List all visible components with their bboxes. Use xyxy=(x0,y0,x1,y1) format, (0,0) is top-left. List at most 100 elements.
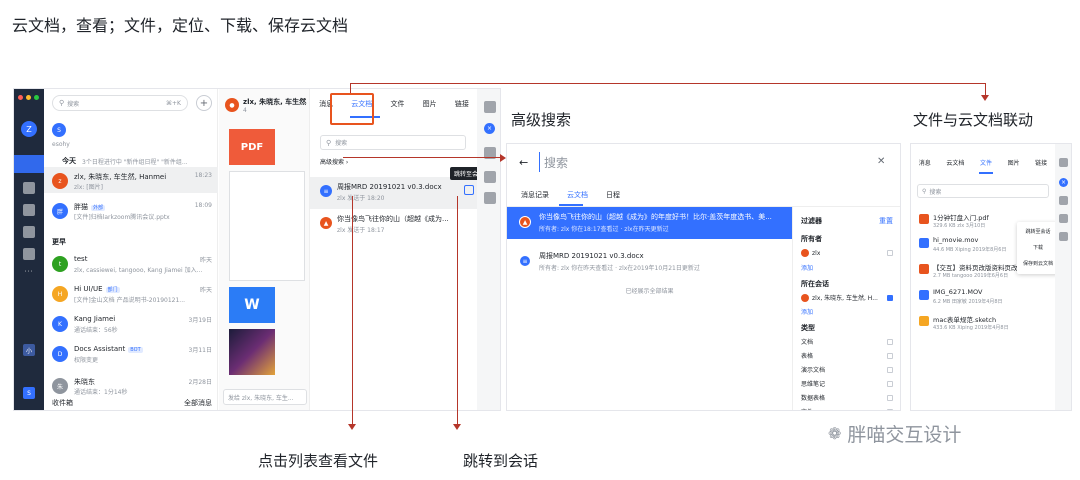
chat-filter-row[interactable]: zlx, 朱晓东, 车生然, H... xyxy=(801,293,893,302)
inbox-link[interactable]: 收件箱 xyxy=(52,398,73,408)
user-avatar[interactable]: Z xyxy=(21,121,37,137)
type-filter-row[interactable]: 表格 xyxy=(801,351,893,360)
type-filter-checkbox[interactable] xyxy=(887,394,893,401)
file-type-icon xyxy=(919,264,929,274)
advanced-search-link[interactable]: 高级搜索 › xyxy=(320,157,348,166)
chat-search-box[interactable]: ⚲ 搜索 ⌘+K xyxy=(52,95,188,111)
pdf-message-card[interactable]: PDF xyxy=(229,129,275,165)
chat-list-item[interactable]: K Kang Jiamei 通话结束：56秒 3月19日 xyxy=(52,314,212,336)
filter-reset[interactable]: 重置 xyxy=(879,216,893,226)
gear-icon[interactable] xyxy=(1059,232,1068,241)
chat-item-preview: [文件]金山文档 产品说明书-20190121... xyxy=(74,297,186,304)
panel-doc-title[interactable]: 你当像鸟飞往你的山（超越《成为... xyxy=(337,214,459,224)
today-group[interactable]: 今天 3个日程进行中 "新件组日程" "新件组... xyxy=(52,156,212,166)
messages-nav-icon[interactable] xyxy=(14,155,44,173)
chat-item-avatar: D xyxy=(52,346,68,362)
type-filter-checkbox[interactable] xyxy=(887,338,893,345)
type-filter-row[interactable]: 数据表格 xyxy=(801,393,893,402)
search-toolbar-icon[interactable]: × xyxy=(484,123,495,134)
panel-tab[interactable]: 文件 xyxy=(390,99,404,109)
owner-add[interactable]: 添加 xyxy=(801,263,813,272)
panel-tab[interactable]: 图片 xyxy=(423,99,437,109)
adv-tab[interactable]: 消息记录 xyxy=(521,190,549,200)
camera-icon[interactable] xyxy=(484,101,496,113)
file-name[interactable]: hi_movie.mov xyxy=(933,236,1017,244)
back-arrow-icon[interactable]: ← xyxy=(519,156,528,169)
search-hotkey: ⌘+K xyxy=(166,99,181,107)
chat-list-item[interactable]: H Hi UI/UE 部门 [文件]金山文档 产品说明书-20190121... 昨天 xyxy=(52,284,212,306)
pin-icon[interactable] xyxy=(1059,196,1068,205)
adv-result-title[interactable]: 周报MRD 20191021 v0.3.docx xyxy=(539,251,787,261)
file-meta: 6.2 MB 田家敏 2019年4月8日 xyxy=(933,299,1003,305)
type-filter-row[interactable]: 文件 xyxy=(801,407,893,410)
chat-item-name: Docs Assistant BOT xyxy=(74,345,143,353)
chat-list-item[interactable]: 胖胖猫 外部 [文件]归档larkzoom腾讯会议.pptx 18:09 xyxy=(52,201,212,223)
org-switch-1[interactable]: 小 xyxy=(23,344,35,356)
calendar-nav-icon[interactable] xyxy=(23,182,35,194)
docs-nav-icon[interactable] xyxy=(23,204,35,216)
chat-input[interactable]: 发给 zlx, 朱晓东, 车生... xyxy=(223,389,307,405)
panel-tab[interactable]: 链接 xyxy=(455,99,469,109)
type-filter-row[interactable]: 思维笔记 xyxy=(801,379,893,388)
type-filter-checkbox[interactable] xyxy=(887,380,893,387)
file-menu-item[interactable]: 下载 xyxy=(1017,244,1059,251)
jump-to-chat-icon[interactable] xyxy=(464,185,474,195)
adv-result-title[interactable]: 你当像鸟飞往你的山（超越《成为》的年度好书！比尔·盖茨年度选书、美... xyxy=(539,212,787,222)
owner-checkbox[interactable] xyxy=(887,250,893,256)
chat-item-avatar: K xyxy=(52,316,68,332)
doc-message-card[interactable] xyxy=(229,171,305,281)
panel-search-box[interactable]: ⚲ 搜索 xyxy=(320,135,466,150)
type-filter-checkbox[interactable] xyxy=(887,366,893,373)
owner-row[interactable]: zlx xyxy=(801,249,893,257)
file-menu-item[interactable]: 保存到云文档 xyxy=(1017,260,1059,267)
apps-nav-icon[interactable] xyxy=(23,248,35,260)
word-message-card[interactable]: W xyxy=(229,287,275,323)
all-messages-link[interactable]: 全部消息 xyxy=(184,398,212,408)
chat-window: ● zlx, 朱晓东, 车生然... 4 PDF W 发给 zlx, 朱晓东, … xyxy=(219,89,309,410)
file-search-box[interactable]: ⚲ 搜索 xyxy=(917,184,1049,198)
more-nav-icon[interactable]: ⋯ xyxy=(24,267,33,277)
chat-filter-add[interactable]: 添加 xyxy=(801,307,813,316)
chat-list-footer: 收件箱 全部消息 xyxy=(52,398,212,408)
chat-filter-checkbox[interactable] xyxy=(887,294,893,301)
annotation-jump-chat: 跳转到会话 xyxy=(463,452,539,470)
gear-icon[interactable] xyxy=(484,192,496,204)
camera-icon[interactable] xyxy=(1059,158,1068,167)
chat-list-item[interactable]: D Docs Assistant BOT 权限变更 3月11日 xyxy=(52,344,212,366)
type-filter-checkbox[interactable] xyxy=(887,352,893,359)
adv-result-sub: 所有者: zlx 你在18:17查看过 · zlx在昨天更新过 xyxy=(539,226,669,233)
contacts-nav-icon[interactable] xyxy=(23,226,35,238)
file-tab[interactable]: 链接 xyxy=(1035,158,1047,167)
chat-list-item[interactable]: z zlx, 朱晓东, 车生然, Hanmei zlx: [图片] 18:23 xyxy=(52,171,212,193)
file-name[interactable]: 【交互】资料页改版资料页改版新 xyxy=(933,262,1017,272)
doc-toolbar-icon[interactable] xyxy=(1059,214,1068,223)
file-name[interactable]: IMG_6271.MOV xyxy=(933,288,1049,296)
adv-search-input[interactable]: 搜索 xyxy=(539,152,839,172)
file-tab[interactable]: 云文档 xyxy=(946,158,964,167)
adv-tab[interactable]: 云文档 xyxy=(567,190,588,200)
new-chat-button[interactable]: + xyxy=(196,95,212,111)
chat-item-preview: 通话结束：56秒 xyxy=(74,327,118,334)
file-context-menu: 跳转至会话下载保存到云文档 xyxy=(1017,222,1059,274)
chat-list-item[interactable]: 朱朱晓东 通话结束：1分14秒 2月28日 xyxy=(52,376,212,398)
pdf-icon: ▲ xyxy=(519,216,531,228)
type-filter-checkbox[interactable] xyxy=(887,408,893,410)
doc-toolbar-icon[interactable] xyxy=(484,171,496,183)
file-name[interactable]: mac表单规范.sketch xyxy=(933,314,1049,324)
panel-doc-title[interactable]: 周报MRD 20191021 v0.3.docx xyxy=(337,182,459,192)
type-filter-row[interactable]: 演示文档 xyxy=(801,365,893,374)
type-filter-row[interactable]: 文档 xyxy=(801,337,893,346)
file-tab[interactable]: 消息 xyxy=(919,158,931,167)
file-name[interactable]: 1分钟钉盘入门.pdf xyxy=(933,212,1017,222)
file-menu-item[interactable]: 跳转至会话 xyxy=(1017,228,1059,235)
close-icon[interactable]: ✕ xyxy=(877,156,885,167)
search-toolbar-icon[interactable]: × xyxy=(1059,178,1068,187)
chat-list-item[interactable]: t test zlx, cassiewei, tangooo, Kang Jiame… xyxy=(52,254,212,276)
doc-icon: ≡ xyxy=(519,255,531,267)
org-switch-2[interactable]: S xyxy=(23,387,35,399)
file-tab[interactable]: 文件 xyxy=(980,158,992,167)
file-tab[interactable]: 图片 xyxy=(1008,158,1020,167)
image-message-card[interactable] xyxy=(229,329,275,375)
adv-tab[interactable]: 日程 xyxy=(606,190,620,200)
chat-item-time: 3月19日 xyxy=(188,317,212,324)
